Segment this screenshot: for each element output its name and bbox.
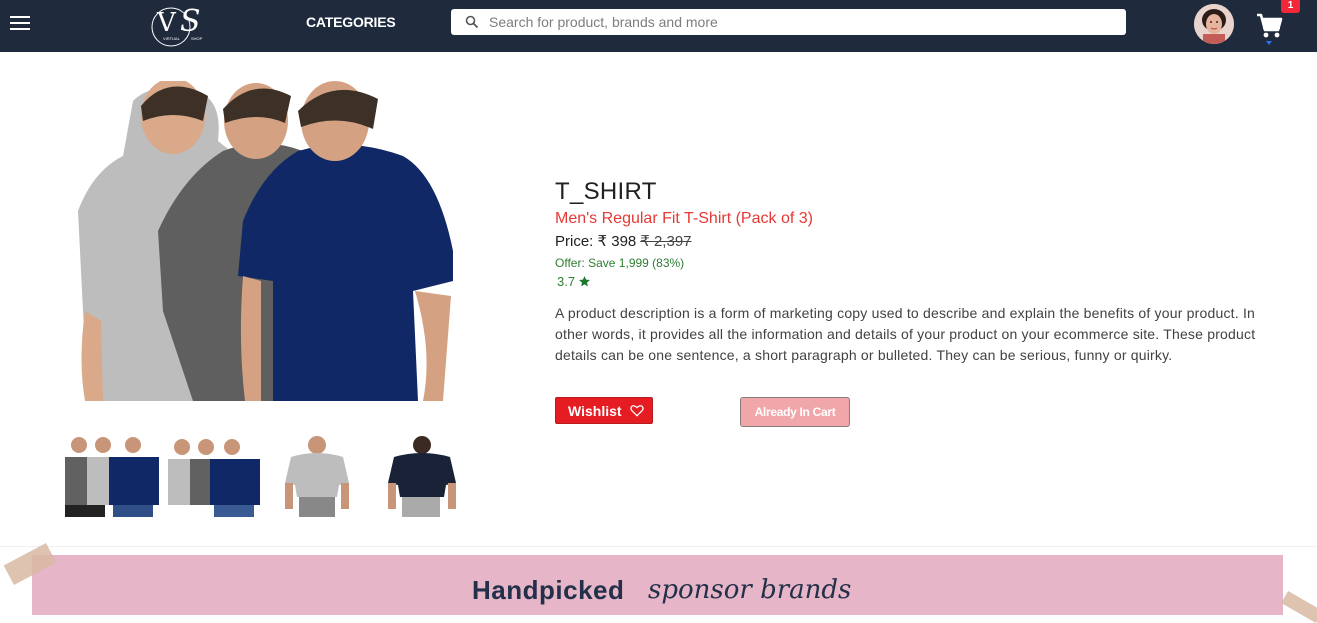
rating-value: 3.7 bbox=[557, 274, 576, 289]
wishlist-button[interactable]: Wishlist bbox=[555, 397, 653, 424]
user-avatar[interactable] bbox=[1194, 4, 1234, 44]
svg-text:SHOP: SHOP bbox=[191, 36, 203, 41]
categories-menu[interactable]: CATEGORIES bbox=[306, 14, 396, 30]
search-icon bbox=[465, 15, 479, 29]
banner-script-text: sponsor brands bbox=[648, 575, 852, 605]
banner-title: Handpicked bbox=[472, 575, 625, 605]
current-price: Price: ₹ 398 bbox=[555, 233, 637, 250]
cart-caret-icon bbox=[1266, 41, 1272, 45]
product-main-image bbox=[73, 81, 456, 401]
tape-decoration-right bbox=[1281, 590, 1317, 623]
star-icon bbox=[579, 276, 590, 287]
banner-dotted-edge bbox=[32, 552, 1283, 555]
svg-text:S: S bbox=[180, 4, 201, 39]
product-price: Price: ₹ 398 ₹ 2,397 bbox=[555, 232, 692, 250]
thumbnail-4[interactable] bbox=[372, 435, 470, 517]
wishlist-label: Wishlist bbox=[568, 402, 622, 419]
product-description: A product description is a form of marke… bbox=[555, 305, 1256, 363]
hamburger-menu-icon[interactable] bbox=[10, 13, 30, 33]
search-input[interactable] bbox=[489, 12, 1109, 32]
svg-text:V: V bbox=[156, 8, 177, 38]
original-price: ₹ 2,397 bbox=[640, 233, 692, 250]
cart-count-badge: 1 bbox=[1281, 0, 1300, 13]
section-divider bbox=[0, 546, 1317, 547]
thumbnail-2[interactable] bbox=[166, 435, 264, 517]
rating: 3.7 bbox=[557, 274, 591, 289]
brand-logo[interactable]: V S VIRTUAL SHOP bbox=[148, 0, 214, 50]
product-subtitle: Men's Regular Fit T-Shirt (Pack of 3) bbox=[555, 210, 813, 227]
product-title: T_SHIRT bbox=[555, 178, 657, 205]
already-in-cart-button[interactable]: Already In Cart bbox=[740, 397, 850, 427]
svg-text:VIRTUAL: VIRTUAL bbox=[163, 36, 181, 41]
cart-icon[interactable] bbox=[1255, 10, 1283, 40]
heart-icon bbox=[629, 405, 644, 417]
offer-text: Offer: Save 1,999 (83%) bbox=[555, 256, 685, 270]
search-bar[interactable] bbox=[451, 9, 1126, 35]
thumbnail-1[interactable] bbox=[63, 435, 161, 517]
thumbnail-3[interactable] bbox=[269, 435, 367, 517]
top-navbar: V S VIRTUAL SHOP CATEGORIES 1 bbox=[0, 0, 1317, 52]
